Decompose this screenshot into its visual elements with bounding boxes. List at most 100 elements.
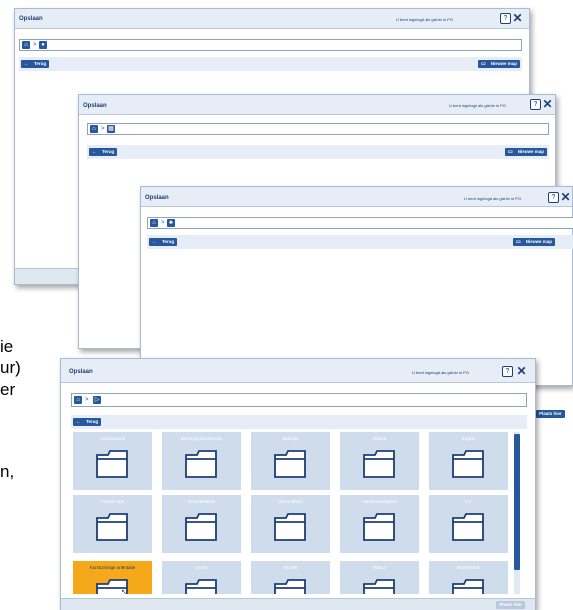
breadcrumb: ⌂ > ● [19,39,522,51]
logged-in-text: U bent ingelogd als gishin in PO [449,103,506,108]
footer: Plaats hier [61,598,535,610]
folder-icon [185,579,217,594]
folder-label: Bewegingsonderwijs [180,436,223,441]
folder-icon [185,450,217,478]
folder-tile[interactable]: ICT [429,495,508,553]
logged-in-text: U bent ingelogd als gishin in PO [464,196,521,201]
folder-tile[interactable]: Nederlands [429,561,508,594]
folder-icon [363,450,395,478]
new-folder-label: Nieuwe map [517,149,544,154]
home-icon[interactable]: ⌂ [22,41,30,49]
help-button[interactable]: ? [548,192,559,203]
arrow-left-icon: ← [92,149,97,155]
folder-icon [96,513,128,541]
new-folder-label: Nieuwe map [490,61,517,66]
group-icon[interactable]: ♣ [167,219,175,227]
titlebar: Opslaan U bent ingelogd als gishin in PO… [141,187,572,207]
mouse-cursor-icon: ↖ [121,589,127,596]
place-here-label: Plaats hier [539,411,562,416]
back-button[interactable]: ← Terug [73,418,102,426]
scrollbar[interactable] [514,432,520,594]
save-dialog-front: Opslaan U bent ingelogd als gishin in PO… [60,358,536,610]
help-button[interactable]: ? [500,13,511,24]
folder-icon: ▭ [481,61,486,67]
home-icon[interactable]: ⌂ [150,219,158,227]
folder-label: Franse taal [101,499,124,504]
folder-tile[interactable]: Geschiedenis [162,495,241,553]
back-button[interactable]: ← Terug [149,238,178,246]
new-folder-button[interactable]: ▭ Nieuwe map [505,148,547,156]
back-button[interactable]: ← Terug [21,60,50,68]
back-label: Terug [86,419,99,424]
breadcrumb-separator: > [33,42,37,48]
folder-label: Audiovisuele [99,436,126,441]
folder-tile[interactable]: Bewegingsonderwijs [162,432,241,490]
folder-icon [363,513,395,541]
folder-tile[interactable]: Muziek [251,561,330,594]
close-button[interactable]: ✕ [542,98,553,110]
dialog-title: Opslaan [145,195,169,201]
home-icon[interactable]: ⌂ [74,396,82,404]
titlebar: Opslaan U bent ingelogd als gishin in PO… [79,95,555,115]
breadcrumb: ⌂ > ▷ [71,393,527,407]
arrow-left-icon: ← [76,419,81,425]
folder-tile[interactable]: Handvaardigheid [340,495,419,553]
user-icon[interactable]: ● [39,41,47,49]
new-folder-button[interactable]: ▭ Nieuwe map [478,60,520,68]
side-text-line: n, [0,462,15,481]
breadcrumb-separator: > [101,126,105,132]
folder-tile[interactable]: Franse taal [73,495,152,553]
folder-label: Lezen [195,565,208,570]
folder-icon: ▭ [516,239,521,245]
folder-tile[interactable]: Biologie [251,432,330,490]
breadcrumb-separator: > [161,220,165,226]
dialog-title: Opslaan [69,369,93,375]
side-text-line: er [0,380,16,399]
place-here-button[interactable]: Plaats hier [496,601,525,609]
home-icon[interactable]: ⌂ [90,125,98,133]
scrollbar-thumb[interactable] [514,434,520,570]
folder-label: ICT [464,499,473,504]
new-folder-label: Nieuwe map [525,239,552,244]
arrow-left-icon: ← [152,239,157,245]
folder-label: Biologie [282,436,299,441]
folder-tile[interactable]: Lezen [162,561,241,594]
folder-label: Gezondheid [278,499,303,504]
back-label: Terug [162,239,175,244]
side-text-line: ie [0,337,14,356]
back-button[interactable]: ← Terug [89,148,118,156]
close-button[interactable]: ✕ [516,365,527,377]
help-button[interactable]: ? [530,99,541,110]
folder-tile[interactable]: Drama [340,432,419,490]
breadcrumb-separator: > [85,397,89,403]
folder-tile[interactable]: Engels [429,432,508,490]
folder-label: Drama [372,436,387,441]
breadcrumb: ⌂ > ♣ [147,217,573,229]
folder-tile-selected[interactable]: Kunstzinnige oriëntatie [73,561,152,594]
school-icon[interactable]: ▦ [107,125,115,133]
logged-in-text: U bent ingelogd als gishin in PO [396,17,453,22]
folder-icon [274,450,306,478]
close-button[interactable]: ✕ [512,12,523,24]
folder-tile[interactable]: Natuur [340,561,419,594]
folder-tile[interactable]: Audiovisuele [73,432,152,490]
folder-label: Engels [461,436,476,441]
help-button[interactable]: ? [502,366,513,377]
folder-label: Kunstzinnige oriëntatie [89,565,136,570]
new-folder-button[interactable]: ▭ Nieuwe map [513,238,555,246]
folder-label: Geschiedenis [187,499,216,504]
toolbar: ← Terug ▭ Nieuwe map [87,145,549,159]
toolbar: ← Terug ▭ Nieuwe map [19,57,522,71]
folder-tile[interactable]: Gezondheid [251,495,330,553]
folder-icon [452,513,484,541]
toolbar: ← Terug [71,415,527,429]
close-button[interactable]: ✕ [560,191,571,203]
folder-icon [96,450,128,478]
titlebar: Opslaan U bent ingelogd als gishin in PO… [15,9,529,29]
place-here-button[interactable]: Plaats hier [536,410,565,418]
folder-icon [363,579,395,594]
folder-icon: ▭ [508,149,513,155]
share-icon[interactable]: ▷ [93,396,101,404]
side-text-line: ur) [0,358,21,377]
folder-label: Natuur [372,565,387,570]
